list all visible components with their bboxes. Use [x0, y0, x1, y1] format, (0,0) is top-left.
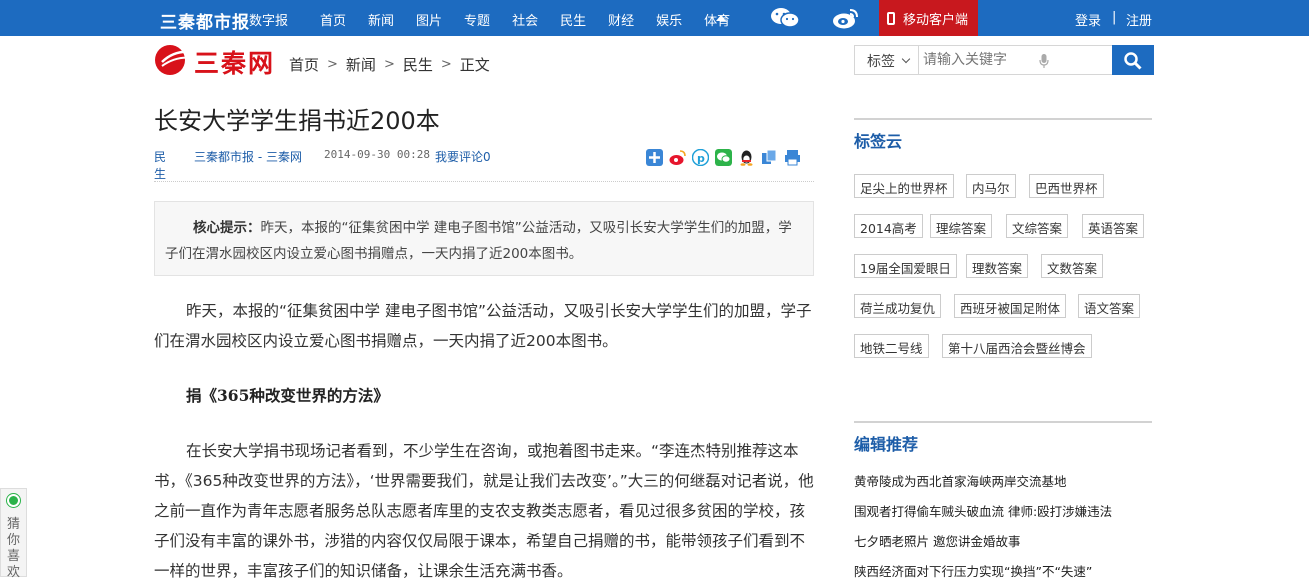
- article-paragraph: 昨天，本报的“征集贫困中学 建电子图书馆”公益活动，又吸引长安大学学生们的加盟，…: [154, 302, 812, 350]
- search-button[interactable]: [1112, 45, 1154, 75]
- article-title: 长安大学学生捐书近200本: [154, 107, 440, 135]
- comment-link[interactable]: 我要评论0: [435, 148, 491, 165]
- login-link[interactable]: 登录: [1075, 10, 1101, 29]
- nav-item-entertainment[interactable]: 娱乐: [656, 10, 682, 29]
- svg-text:p: p: [697, 152, 705, 165]
- tag-item[interactable]: 英语答案: [1082, 214, 1145, 238]
- share-bar: p: [646, 149, 807, 166]
- tag-item[interactable]: 理综答案: [930, 214, 993, 238]
- main-nav: 首页 新闻 图片 专题 社会 民生 财经 娱乐 体育: [320, 10, 752, 29]
- copy-link-icon[interactable]: [761, 149, 778, 166]
- sanqin-logo-icon[interactable]: [154, 42, 194, 78]
- recommend-title: 编辑推荐: [854, 435, 919, 454]
- tag-item[interactable]: 2014高考: [854, 214, 923, 238]
- breadcrumb-current: 正文: [459, 56, 490, 74]
- share-qq-icon[interactable]: [738, 149, 755, 166]
- tag-item[interactable]: 内马尔: [966, 174, 1016, 198]
- print-icon[interactable]: [784, 149, 801, 166]
- mobile-client-button[interactable]: 移动客户端: [879, 0, 978, 36]
- phone-icon: [887, 11, 895, 25]
- tag-item[interactable]: 19届全国爱眼日: [854, 254, 957, 278]
- wechat-icon[interactable]: [770, 7, 800, 29]
- tag-cloud-title: 标签云: [854, 132, 903, 151]
- recommend-divider: [854, 421, 1152, 423]
- article-paragraph: 在长安大学捐书现场记者看到，不少学生在咨询，或抱着图书走来。“李连杰特别推荐这本…: [154, 442, 814, 580]
- tag-item[interactable]: 第十八届西洽会暨丝博会: [942, 334, 1092, 358]
- tag-item[interactable]: 文综答案: [1006, 214, 1069, 238]
- tag-item[interactable]: 足尖上的世界杯: [854, 174, 954, 198]
- recommend-link[interactable]: 黄帝陵成为西北首家海峡两岸交流基地: [854, 471, 1067, 490]
- weibo-icon[interactable]: [832, 6, 860, 30]
- article-category-link[interactable]: 民生: [154, 148, 166, 182]
- share-more-icon[interactable]: [646, 149, 663, 166]
- article-summary-box: 核心提示：昨天，本报的“征集贫困中学 建电子图书馆”公益活动，又吸引长安大学学生…: [154, 201, 814, 276]
- login-register-separator: |: [1112, 10, 1117, 25]
- share-wechat-icon[interactable]: [715, 149, 732, 166]
- breadcrumb-separator: >: [383, 57, 395, 72]
- recommend-link[interactable]: 七夕晒老照片 邀您讲金婚故事: [854, 531, 1020, 550]
- nav-item-photos[interactable]: 图片: [416, 10, 442, 29]
- breadcrumb-news[interactable]: 新闻: [346, 54, 376, 75]
- share-pengyou-icon[interactable]: p: [692, 149, 709, 166]
- nav-item-society[interactable]: 社会: [512, 10, 538, 29]
- breadcrumb-livelihood[interactable]: 民生: [403, 54, 433, 75]
- tag-item[interactable]: 地铁二号线: [854, 334, 929, 358]
- tag-item[interactable]: 语文答案: [1078, 294, 1141, 318]
- guess-you-like-label: 猜你喜欢: [7, 517, 21, 580]
- breadcrumb: 首页 > 新闻 > 民生 > 正文: [289, 54, 490, 75]
- microphone-icon[interactable]: [1039, 54, 1049, 68]
- tag-item[interactable]: 西班牙被国足附体: [954, 294, 1067, 318]
- search-input[interactable]: [923, 50, 1103, 70]
- search-category-label: 标签: [867, 54, 895, 70]
- nav-item-finance[interactable]: 财经: [608, 10, 634, 29]
- breadcrumb-separator: >: [440, 57, 452, 72]
- article-subheading: 捐《365种改变世界的方法》: [186, 386, 389, 405]
- search-icon: [1124, 52, 1142, 70]
- breadcrumb-separator: >: [327, 57, 338, 72]
- digital-paper-link[interactable]: 数字报: [249, 10, 288, 29]
- tag-item[interactable]: 理数答案: [966, 254, 1029, 278]
- nav-item-news[interactable]: 新闻: [368, 10, 394, 29]
- article-source-link[interactable]: 三秦都市报 - 三秦网: [194, 148, 302, 165]
- chevron-down-icon: [901, 54, 911, 64]
- share-weibo-icon[interactable]: [669, 149, 686, 166]
- search-box: 标签: [854, 45, 1154, 75]
- guess-you-like-widget[interactable]: 猜你喜欢: [0, 488, 27, 580]
- register-link[interactable]: 注册: [1126, 10, 1152, 29]
- top-nav-bar: 三秦都市报 数字报 首页 新闻 图片 专题 社会 民生 财经 娱乐 体育 移动客…: [0, 0, 1309, 36]
- tag-item[interactable]: 荷兰成功复仇: [854, 294, 942, 318]
- recommend-link[interactable]: 围观者打得偷车贼头破血流 律师:殴打涉嫌违法: [854, 501, 1112, 520]
- article-date: 2014-09-30 00:28: [324, 148, 430, 161]
- status-dot-icon: [7, 494, 20, 507]
- recommend-link[interactable]: 陕西经济面对下行压力实现“换挡”不“失速”: [854, 561, 1092, 580]
- summary-label: 核心提示：: [193, 220, 261, 236]
- search-category-select[interactable]: 标签: [855, 46, 919, 74]
- nav-item-livelihood[interactable]: 民生: [560, 10, 586, 29]
- brand-logo-text[interactable]: 三秦都市报: [160, 8, 250, 33]
- breadcrumb-home[interactable]: 首页: [289, 54, 319, 75]
- nav-more-caret-icon[interactable]: [716, 15, 726, 21]
- tag-cloud-divider: [854, 118, 1152, 120]
- nav-item-topics[interactable]: 专题: [464, 10, 490, 29]
- mobile-client-label: 移动客户端: [903, 12, 969, 28]
- tag-item[interactable]: 巴西世界杯: [1029, 174, 1104, 198]
- meta-divider: [154, 181, 814, 182]
- site-logo-text[interactable]: 三秦网: [194, 44, 275, 80]
- nav-item-home[interactable]: 首页: [320, 10, 346, 29]
- tag-item[interactable]: 文数答案: [1041, 254, 1104, 278]
